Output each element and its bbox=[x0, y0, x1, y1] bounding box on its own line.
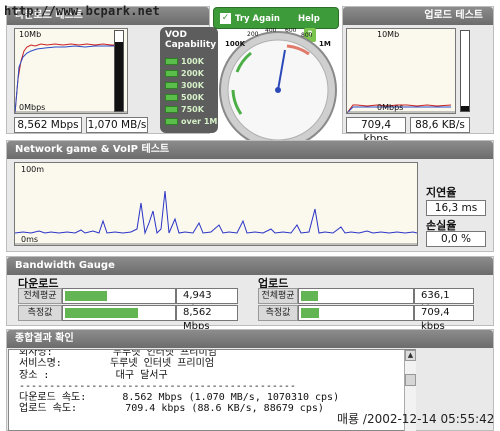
result-title: 종합결과 확인 bbox=[7, 330, 493, 348]
vod-item-over-1m: over 1M bbox=[165, 117, 217, 126]
loss-value: 0,0 % bbox=[426, 231, 486, 247]
result-line: 서비스명: 두루넷 인터넷 프리미엄 bbox=[19, 358, 215, 370]
vod-item-100k: 100K bbox=[165, 57, 204, 66]
download-speed-bps: 8,562 Mbps bbox=[14, 117, 82, 133]
gauge-button-bar: ✓ Try Again Help ? bbox=[213, 7, 339, 42]
vod-led-icon bbox=[165, 106, 178, 113]
latency-y-max: 100m bbox=[21, 165, 45, 174]
vod-item-label: 500K bbox=[181, 93, 204, 102]
upload-graph: 10Mb 0Mbps bbox=[346, 28, 456, 114]
gauge-hub bbox=[275, 87, 281, 93]
check-icon: ✓ bbox=[220, 13, 231, 24]
vod-item-label: 200K bbox=[181, 69, 204, 78]
bandwidth-title-text: Bandwidth Gauge bbox=[15, 260, 115, 271]
upload-avg-label: 전체평균 bbox=[258, 288, 298, 304]
speed-gauge: 100K 200 400 600 800 1M bbox=[219, 28, 337, 149]
upload-level-bar bbox=[460, 30, 470, 112]
download-graph-svg bbox=[14, 29, 127, 114]
vod-item-label: 300K bbox=[181, 81, 204, 90]
download-graph-bg bbox=[15, 29, 127, 113]
scroll-up-icon[interactable]: ▲ bbox=[405, 350, 416, 361]
upload-y-min: 0Mbps bbox=[377, 103, 404, 112]
vod-item-label: over 1M bbox=[181, 117, 218, 126]
vod-item-label: 750K bbox=[181, 105, 204, 114]
upload-avg-track bbox=[298, 288, 414, 304]
vod-led-icon bbox=[165, 70, 178, 77]
help-label: Help bbox=[298, 14, 320, 24]
watermark: http://www.bcpark.net bbox=[4, 4, 160, 18]
upload-y-max: 10Mb bbox=[377, 30, 400, 39]
download-graph: 10Mb 0Mbps bbox=[14, 28, 128, 114]
download-avg-fill bbox=[65, 291, 107, 301]
download-measured-fill bbox=[65, 308, 138, 318]
vod-item-750k: 750K bbox=[165, 105, 204, 114]
latency-value: 16,3 ms bbox=[426, 200, 486, 216]
vod-capability-panel: VOD Capability 100K 200K 300K 500K 750K … bbox=[160, 27, 218, 133]
latency-y-min: 0ms bbox=[21, 235, 39, 244]
network-game-title: Network game & VoIP 테스트 bbox=[7, 141, 493, 159]
gauge-tick-100k: 100K bbox=[225, 40, 246, 48]
upload-speed-bytes: 88,6 KB/s bbox=[410, 117, 470, 133]
vod-led-icon bbox=[165, 118, 178, 125]
latency-graph: 100m 0ms bbox=[14, 162, 418, 246]
gauge-tick-800: 800 bbox=[301, 32, 313, 39]
upload-measured-track bbox=[298, 305, 414, 321]
upload-avg-fill bbox=[301, 291, 318, 301]
download-level-bar bbox=[114, 30, 124, 112]
download-avg-track bbox=[62, 288, 176, 304]
upload-graph-svg bbox=[346, 29, 455, 114]
vod-item-200k: 200K bbox=[165, 69, 204, 78]
download-avg-value: 4,943 Mbps bbox=[176, 288, 238, 315]
upload-level-fill bbox=[461, 106, 469, 111]
vod-item-500k: 500K bbox=[165, 93, 204, 102]
download-measured-track bbox=[62, 305, 176, 321]
upload-test-title-text: 업로드 테스트 bbox=[424, 10, 483, 21]
vod-led-icon bbox=[165, 58, 178, 65]
upload-speed-bps: 709,4 kbps bbox=[346, 117, 406, 145]
upload-measured-value: 709,4 kbps bbox=[414, 305, 474, 332]
gauge-tick-1m: 1M bbox=[319, 40, 331, 48]
result-line: ----------------------------------------… bbox=[19, 380, 296, 392]
result-line: 장소 : 대구 달서구 bbox=[19, 369, 168, 381]
result-title-text: 종합결과 확인 bbox=[15, 333, 74, 344]
result-line: 회사명: 두루넷 인터넷 프리미엄 bbox=[19, 349, 217, 358]
upload-avg-value: 636,1 kbps bbox=[414, 288, 474, 315]
upload-graph-bg bbox=[347, 29, 455, 113]
gauge-tick-400: 400 bbox=[265, 28, 277, 34]
download-avg-label: 전체평균 bbox=[18, 288, 62, 304]
latency-graph-svg bbox=[14, 163, 418, 245]
result-line: 다운로드 속도: 8.562 Mbps (1.070 MB/s, 1070310… bbox=[19, 392, 340, 404]
upload-test-title: 업로드 테스트 bbox=[343, 7, 493, 25]
download-y-max: 10Mb bbox=[19, 30, 42, 39]
download-measured-label: 측정값 bbox=[18, 305, 62, 321]
vod-item-300k: 300K bbox=[165, 81, 204, 90]
download-speed-bytes: 1,070 MB/s bbox=[86, 117, 148, 133]
vod-title: VOD Capability bbox=[165, 30, 217, 50]
vod-led-icon bbox=[165, 82, 178, 89]
vod-item-label: 100K bbox=[181, 57, 204, 66]
download-y-min: 0Mbps bbox=[19, 103, 46, 112]
photo-caption: 매룡 /2002-12-14 05:55:42 bbox=[337, 412, 495, 426]
download-level-fill bbox=[115, 42, 123, 111]
gauge-tick-600: 600 bbox=[285, 28, 297, 34]
help-button[interactable]: Help ? bbox=[298, 11, 336, 42]
upload-measured-fill bbox=[301, 308, 319, 318]
gauge-tick-200: 200 bbox=[247, 31, 259, 38]
upload-measured-label: 측정값 bbox=[258, 305, 298, 321]
try-again-button[interactable]: ✓ Try Again bbox=[220, 11, 280, 27]
latency-label: 지연율 bbox=[426, 186, 457, 199]
download-measured-value: 8,562 Mbps bbox=[176, 305, 238, 332]
network-game-title-text: Network game & VoIP 테스트 bbox=[15, 144, 170, 155]
scroll-thumb[interactable] bbox=[405, 374, 416, 386]
bandwidth-title: Bandwidth Gauge bbox=[7, 257, 493, 275]
vod-led-icon bbox=[165, 94, 178, 101]
try-again-label: Try Again bbox=[235, 14, 280, 24]
